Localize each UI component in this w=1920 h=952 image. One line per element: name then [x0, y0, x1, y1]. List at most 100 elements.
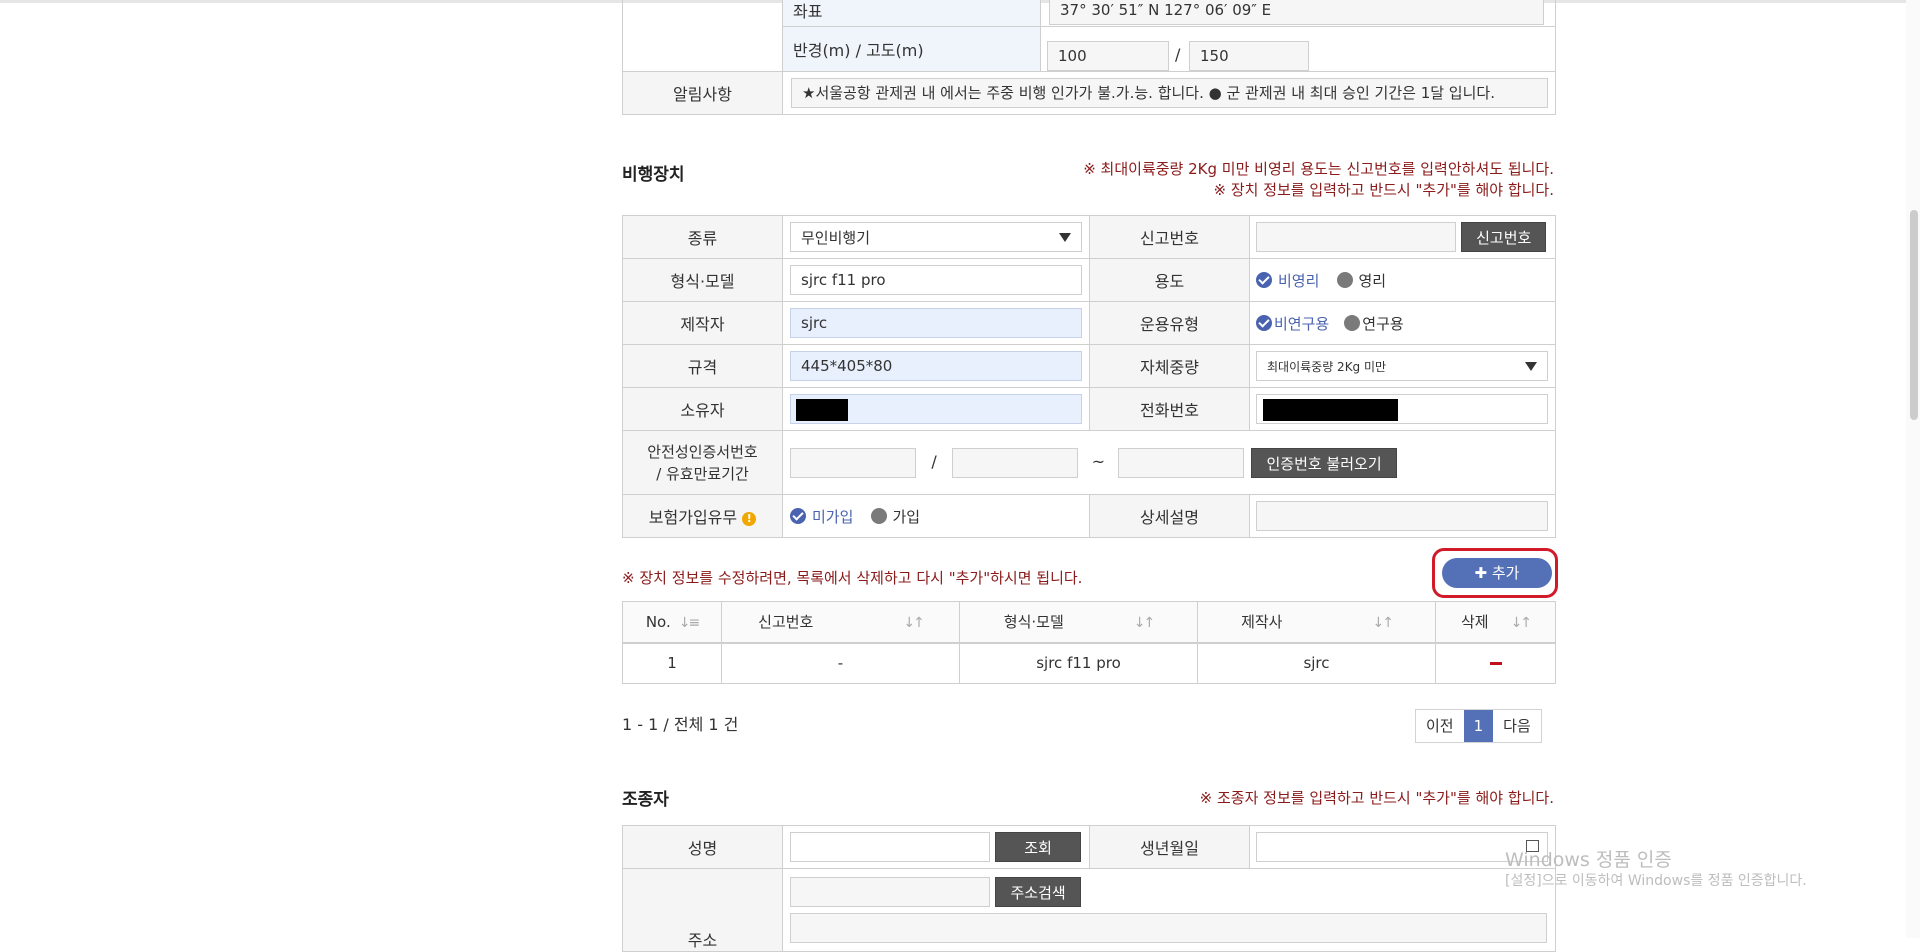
- check-icon: [1256, 272, 1272, 288]
- radius-altitude-label: 반경(m) / 고도(m): [782, 26, 1041, 72]
- list-header-row: No. ↓≡ 신고번호 ↓↑ 형식·모델 ↓↑ 제작사 ↓↑ 삭제 ↓↑: [622, 601, 1556, 643]
- safety-start-input[interactable]: [952, 447, 1079, 478]
- col-model-label: 형식·모델: [1003, 613, 1064, 632]
- minus-icon[interactable]: [1489, 662, 1502, 666]
- weight-label: 자체중량: [1089, 344, 1250, 388]
- scrollbar-track[interactable]: [1906, 0, 1920, 938]
- altitude-input[interactable]: 150: [1189, 41, 1309, 71]
- safety-separator: /: [931, 452, 937, 471]
- sort-icon: ↓↑: [903, 615, 925, 632]
- check-icon: [790, 508, 806, 524]
- operation-research-radio[interactable]: 연구용: [1344, 313, 1404, 334]
- safety-tilde: ~: [1091, 452, 1105, 471]
- operation-label: 운용유형: [1089, 301, 1250, 345]
- sort-icon: ↓≡: [678, 614, 701, 631]
- detail-input[interactable]: [1256, 501, 1548, 531]
- col-no-header[interactable]: No. ↓≡: [622, 601, 722, 643]
- type-select-value: 무인비행기: [801, 228, 871, 247]
- device-warning-2: ※ 장치 정보를 입력하고 반드시 "추가"를 해야 합니다.: [1213, 181, 1554, 199]
- birth-label: 생년월일: [1089, 825, 1250, 869]
- pager-prev[interactable]: 이전: [1416, 710, 1464, 742]
- weight-select-value: 최대이륙중량 2Kg 미만: [1267, 359, 1387, 374]
- type-label: 종류: [622, 215, 783, 259]
- row-no: 1: [622, 642, 722, 684]
- purpose-nonprofit-radio[interactable]: 비영리: [1256, 270, 1319, 291]
- address-input[interactable]: [790, 913, 1547, 943]
- row-model: sjrc f11 pro: [959, 642, 1198, 684]
- col-delete-header[interactable]: 삭제 ↓↑: [1435, 601, 1556, 643]
- device-section-title: 비행장치: [622, 165, 685, 185]
- spec-input[interactable]: 445*405*80: [790, 351, 1082, 381]
- radius-input[interactable]: 100: [1047, 41, 1169, 71]
- pager-current[interactable]: 1: [1463, 710, 1494, 742]
- owner-input[interactable]: [790, 394, 1082, 424]
- add-device-button[interactable]: ✚ 추가: [1442, 558, 1552, 588]
- pager-next[interactable]: 다음: [1493, 710, 1541, 742]
- safety-label: 안전성인증서번호 / 유효만료기간: [622, 430, 783, 495]
- col-model-header[interactable]: 형식·모델 ↓↑: [959, 601, 1198, 643]
- purpose-label: 용도: [1089, 258, 1250, 302]
- chevron-down-icon: [1525, 361, 1537, 371]
- weight-select[interactable]: 최대이륙중량 2Kg 미만: [1256, 351, 1548, 381]
- radio-icon: [1344, 315, 1361, 331]
- load-cert-button[interactable]: 인증번호 불러오기: [1251, 447, 1397, 478]
- insurance-yes-radio[interactable]: 가입: [870, 506, 920, 527]
- chevron-down-icon: [1059, 232, 1071, 242]
- radius-separator: /: [1175, 45, 1181, 64]
- add-button-label: 추가: [1491, 564, 1520, 582]
- location-empty-cell: [622, 0, 783, 72]
- insurance-none-radio[interactable]: 미가입: [790, 506, 853, 527]
- notice-label: 알림사항: [622, 71, 783, 115]
- pagination: 이전 1 다음: [1415, 709, 1542, 743]
- report-no-label: 신고번호: [1089, 215, 1250, 259]
- sort-icon: ↓↑: [1133, 615, 1156, 632]
- maker-label: 제작자: [622, 301, 783, 345]
- insurance-label-cell: 보험가입유무 !: [622, 494, 783, 538]
- table-row: 1 - sjrc f11 pro sjrc: [622, 642, 1556, 684]
- device-warning-1: ※ 최대이륙중량 2Kg 미만 비영리 용도는 신고번호를 입력안하셔도 됩니다…: [1083, 160, 1554, 178]
- windows-watermark-title: Windows 정품 인증: [1505, 849, 1672, 871]
- coord-field[interactable]: 37° 30′ 51″ N 127° 06′ 09″ E: [1049, 0, 1544, 25]
- report-no-button[interactable]: 신고번호: [1461, 222, 1547, 252]
- edit-note: ※ 장치 정보를 수정하려면, 목록에서 삭제하고 다시 "추가"하시면 됩니다…: [622, 569, 1083, 587]
- purpose-profit-label: 영리: [1358, 271, 1387, 290]
- name-input[interactable]: [790, 832, 990, 862]
- address-search-button[interactable]: 주소검색: [995, 877, 1082, 907]
- model-label: 형식·모델: [622, 258, 783, 302]
- col-report-header[interactable]: 신고번호 ↓↑: [721, 601, 960, 643]
- insurance-label: 보험가입유무: [648, 508, 738, 527]
- safety-label-line2: / 유효만료기간: [656, 464, 749, 483]
- notice-text: ★서울공항 관제권 내 에서는 주중 비행 인가가 불.가.능. 합니다. ● …: [791, 78, 1548, 108]
- radio-icon: [870, 508, 887, 524]
- safety-end-input[interactable]: [1118, 447, 1245, 478]
- row-maker: sjrc: [1197, 642, 1436, 684]
- col-report-label: 신고번호: [758, 613, 814, 632]
- redaction-block: [1263, 399, 1398, 421]
- safety-cert-input[interactable]: [790, 447, 916, 478]
- sort-icon: ↓↑: [1510, 615, 1533, 632]
- model-input[interactable]: sjrc f11 pro: [790, 265, 1082, 295]
- phone-label: 전화번호: [1089, 387, 1250, 431]
- report-no-input[interactable]: [1256, 222, 1456, 252]
- scrollbar-thumb[interactable]: [1910, 210, 1918, 420]
- col-maker-header[interactable]: 제작사 ↓↑: [1197, 601, 1436, 643]
- purpose-profit-radio[interactable]: 영리: [1336, 270, 1387, 291]
- warning-icon[interactable]: !: [742, 511, 757, 526]
- address-label-cell: 주소: [622, 868, 783, 952]
- zipcode-input[interactable]: [790, 877, 990, 907]
- purpose-nonprofit-label: 비영리: [1278, 271, 1320, 290]
- plus-icon: ✚: [1474, 564, 1488, 582]
- lookup-button[interactable]: 조회: [995, 832, 1082, 862]
- safety-label-line1: 안전성인증서번호: [647, 442, 758, 461]
- phone-input[interactable]: [1256, 394, 1548, 424]
- device-form-table: 종류 무인비행기 신고번호 신고번호 형식·모델 sjrc f11 pro 용도…: [622, 215, 1556, 538]
- spec-label: 규격: [622, 344, 783, 388]
- col-maker-label: 제작사: [1241, 613, 1283, 632]
- insurance-none-label: 미가입: [812, 507, 854, 526]
- operation-nonresearch-radio[interactable]: 비연구용: [1256, 313, 1329, 334]
- maker-input[interactable]: sjrc: [790, 308, 1082, 338]
- type-select[interactable]: 무인비행기: [790, 222, 1082, 252]
- coord-label: 좌표: [782, 0, 1041, 27]
- col-no-label: No.: [645, 612, 671, 631]
- device-list-table: No. ↓≡ 신고번호 ↓↑ 형식·모델 ↓↑ 제작사 ↓↑ 삭제 ↓↑ 1 - sjrc…: [622, 601, 1556, 684]
